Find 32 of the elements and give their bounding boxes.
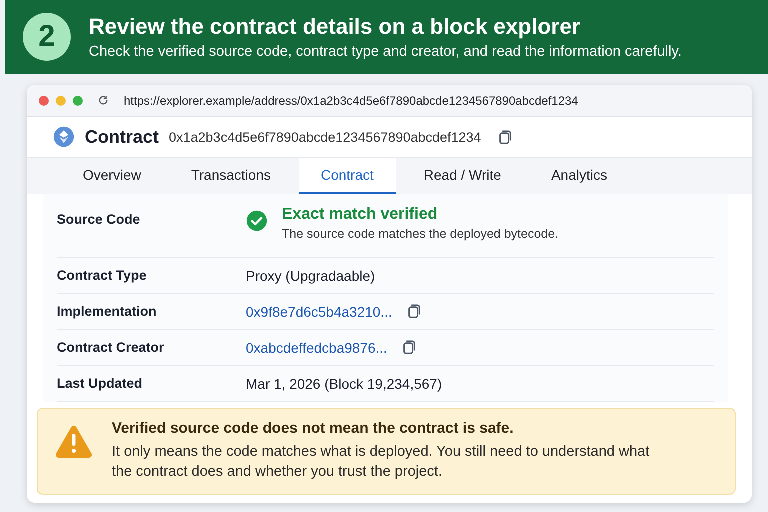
step-subtitle: Check the verified source code, contract type and creator, and read the information carefully. bbox=[89, 44, 682, 60]
address-link[interactable]: 0x9f8e7d6c5b4a3210... bbox=[246, 304, 392, 320]
step-title: Review the contract details on a block explorer bbox=[89, 14, 582, 40]
close-button[interactable] bbox=[39, 96, 49, 106]
reload-icon[interactable] bbox=[97, 94, 110, 107]
warning-title: Verified source code does not mean the contract is safe. bbox=[112, 420, 515, 437]
copy-icon[interactable] bbox=[497, 130, 512, 144]
warning-icon bbox=[54, 424, 94, 458]
contract-address: 0x1a2b3c4d5e6f7890abcde1234567890abcdef1234 bbox=[169, 130, 482, 144]
check-icon bbox=[246, 210, 268, 232]
step-number: 2 bbox=[23, 13, 71, 61]
field-label: Source Code bbox=[57, 211, 142, 227]
copy-icon[interactable] bbox=[406, 304, 422, 319]
tab[interactable]: Read / Write bbox=[402, 158, 524, 194]
field-value: Mar 1, 2026 (Block 19,234,567) bbox=[246, 376, 442, 392]
field-label: Last Updated bbox=[57, 376, 144, 391]
verification-note: The source code matches the deployed bytecode. bbox=[282, 227, 559, 241]
copy-icon[interactable] bbox=[401, 340, 416, 355]
field-label: Contract Creator bbox=[57, 340, 166, 355]
field-label: Implementation bbox=[57, 304, 158, 319]
logo-icon bbox=[53, 126, 75, 148]
verification-status: Exact match verified bbox=[282, 206, 439, 224]
address-bar[interactable]: https://explorer.example/address/0x1a2b3c4d5e6f7890abcde1234567890abcdef1234 bbox=[124, 94, 578, 108]
tab[interactable]: Analytics bbox=[529, 158, 630, 194]
tab[interactable]: Transactions bbox=[169, 158, 293, 194]
field-label: Contract Type bbox=[57, 268, 148, 283]
warning-text: It only means the code matches what is deployed. You still need to understand what the contract does and whether you trust the project. bbox=[112, 443, 651, 482]
tab[interactable]: Contract bbox=[298, 158, 396, 194]
page-title: Contract bbox=[85, 126, 160, 148]
address-link[interactable]: 0xabcdeffedcba9876... bbox=[246, 340, 388, 356]
field-value: Proxy (Upgradaable) bbox=[246, 268, 376, 284]
tab[interactable]: Overview bbox=[61, 158, 164, 194]
